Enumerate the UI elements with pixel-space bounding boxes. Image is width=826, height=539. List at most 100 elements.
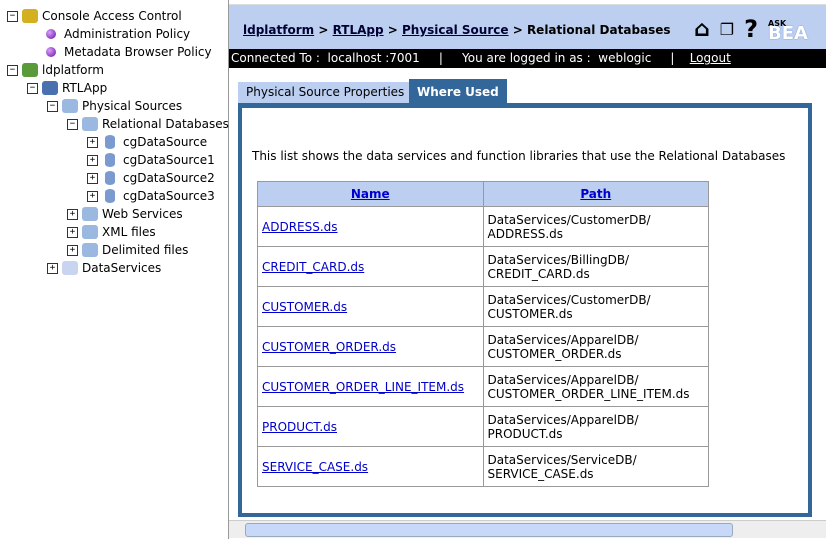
collapse-icon[interactable]: − [27, 82, 38, 94]
sort-path-link[interactable]: Path [580, 187, 611, 201]
policy-icon [46, 47, 56, 57]
breadcrumb-ldplatform[interactable]: ldplatform [243, 23, 314, 37]
tree-node[interactable]: + XML files [67, 223, 156, 241]
tree-node-label[interactable]: cgDataSource3 [123, 189, 215, 203]
where-used-table: Name Path ADDRESS.ds DataServices/Custome… [257, 181, 709, 487]
tree-node-label[interactable]: Relational Databases [102, 117, 229, 131]
path-dir: DataServices/BillingDB/ [487, 252, 630, 267]
path-file: CUSTOMER_ORDER_LINE_ITEM.ds [487, 386, 690, 401]
tree-node-label[interactable]: cgDataSource2 [123, 171, 215, 185]
tree-node[interactable]: − Relational Databases [67, 115, 229, 133]
data-service-link[interactable]: CUSTOMER.ds [262, 300, 347, 314]
breadcrumb-physical-source[interactable]: Physical Source [402, 23, 509, 37]
table-row: CREDIT_CARD.ds DataServices/BillingDB/CRE… [257, 246, 709, 287]
db-icon [105, 171, 115, 185]
expand-icon[interactable]: + [87, 136, 98, 148]
path-dir: DataServices/ApparelDB/ [487, 372, 639, 387]
header: ldplatform > RTLApp > Physical Source > … [229, 4, 826, 50]
status-bar: Connected To : localhost :7001 | You are… [229, 49, 826, 68]
policy-icon [46, 29, 56, 39]
tree-node[interactable]: + cgDataSource1 [87, 151, 215, 169]
collapse-icon[interactable]: − [47, 100, 58, 112]
tree-node-label[interactable]: Administration Policy [64, 27, 190, 41]
expand-icon[interactable]: + [87, 190, 98, 202]
tree-node-label[interactable]: Console Access Control [42, 9, 182, 23]
path-file: CUSTOMER.ds [487, 306, 573, 321]
tree-node[interactable]: + Web Services [67, 205, 183, 223]
data-service-link[interactable]: CREDIT_CARD.ds [262, 260, 364, 274]
collapse-icon[interactable]: − [7, 10, 18, 22]
column-header-path: Path [482, 181, 709, 207]
tree-node-label[interactable]: Metadata Browser Policy [64, 45, 212, 59]
data-service-link[interactable]: SERVICE_CASE.ds [262, 460, 368, 474]
table-row: CUSTOMER_ORDER.ds DataServices/ApparelDB/… [257, 326, 709, 367]
table-row: PRODUCT.ds DataServices/ApparelDB/PRODUCT… [257, 406, 709, 447]
windows-icon[interactable]: ❐ [720, 20, 734, 39]
help-icon[interactable]: ? [744, 15, 758, 43]
data-service-link[interactable]: ADDRESS.ds [262, 220, 338, 234]
collapse-icon[interactable]: − [7, 64, 18, 76]
path-cell: DataServices/CustomerDB/ADDRESS.ds [482, 206, 709, 247]
data-service-link[interactable]: CUSTOMER_ORDER.ds [262, 340, 396, 354]
tree-node-label[interactable]: DataServices [82, 261, 161, 275]
expand-icon[interactable]: + [87, 172, 98, 184]
tree-node-label[interactable]: cgDataSource [123, 135, 207, 149]
tree-node-label[interactable]: cgDataSource1 [123, 153, 215, 167]
name-cell: SERVICE_CASE.ds [257, 446, 484, 487]
tree-node-label[interactable]: ldplatform [42, 63, 104, 77]
tree-node-label[interactable]: Web Services [102, 207, 183, 221]
db-icon [105, 135, 115, 149]
path-dir: DataServices/CustomerDB/ [487, 212, 651, 227]
tree-node[interactable]: − Console Access Control [7, 7, 182, 25]
description: This list shows the data services and fu… [252, 149, 786, 163]
tree-node[interactable]: + cgDataSource2 [87, 169, 215, 187]
collapse-icon[interactable]: − [67, 118, 78, 130]
home-icon[interactable]: ⌂ [694, 17, 710, 42]
expand-icon[interactable]: + [67, 226, 78, 238]
data-service-link[interactable]: CUSTOMER_ORDER_LINE_ITEM.ds [262, 380, 464, 394]
expand-icon[interactable]: + [67, 208, 78, 220]
tree-node[interactable]: − Physical Sources [47, 97, 182, 115]
tree-node-label[interactable]: Physical Sources [82, 99, 182, 113]
table-row: CUSTOMER.ds DataServices/CustomerDB/CUSTO… [257, 286, 709, 327]
table-row: SERVICE_CASE.ds DataServices/ServiceDB/SE… [257, 446, 709, 487]
tree-node[interactable]: − RTLApp [27, 79, 107, 97]
path-dir: DataServices/ApparelDB/ [487, 412, 639, 427]
tree-node[interactable]: + DataServices [47, 259, 161, 277]
expand-icon[interactable]: + [87, 154, 98, 166]
logout-link[interactable]: Logout [690, 51, 731, 65]
tree-node-label[interactable]: XML files [102, 225, 156, 239]
path-file: SERVICE_CASE.ds [487, 466, 594, 481]
scrollbar-thumb[interactable] [245, 523, 733, 537]
tree-node[interactable]: + cgDataSource3 [87, 187, 215, 205]
sort-name-link[interactable]: Name [351, 187, 390, 201]
name-cell: CUSTOMER_ORDER.ds [257, 326, 484, 367]
tree-node[interactable]: Administration Policy [43, 25, 190, 43]
db-folder-icon [82, 117, 98, 131]
expand-icon[interactable]: + [47, 262, 58, 274]
folder-icon [82, 225, 98, 239]
tree-node[interactable]: − ldplatform [7, 61, 104, 79]
column-header-name: Name [257, 181, 484, 207]
breadcrumb-sep: > [508, 23, 527, 37]
lock-icon [22, 9, 38, 23]
ask-bea-logo[interactable]: ASK BEA [768, 19, 808, 43]
tree-node[interactable]: Metadata Browser Policy [43, 43, 212, 61]
tab-where-used[interactable]: Where Used [409, 79, 507, 103]
tree-node[interactable]: + Delimited files [67, 241, 188, 259]
table-row: ADDRESS.ds DataServices/CustomerDB/ADDRES… [257, 206, 709, 247]
name-cell: PRODUCT.ds [257, 406, 484, 447]
tree-node-label[interactable]: RTLApp [62, 81, 107, 95]
navigation-tree: − Console Access Control Administration Po… [0, 0, 229, 539]
tree-node-label[interactable]: Delimited files [102, 243, 188, 257]
name-cell: ADDRESS.ds [257, 206, 484, 247]
name-cell: CREDIT_CARD.ds [257, 246, 484, 287]
horizontal-scrollbar[interactable] [229, 520, 826, 538]
path-dir: DataServices/ApparelDB/ [487, 332, 639, 347]
expand-icon[interactable]: + [67, 244, 78, 256]
breadcrumb-rtlapp[interactable]: RTLApp [333, 23, 384, 37]
tab-physical-source-properties[interactable]: Physical Source Properties [238, 82, 415, 103]
plain-folder-icon [62, 261, 78, 275]
data-service-link[interactable]: PRODUCT.ds [262, 420, 337, 434]
tree-node[interactable]: + cgDataSource [87, 133, 207, 151]
